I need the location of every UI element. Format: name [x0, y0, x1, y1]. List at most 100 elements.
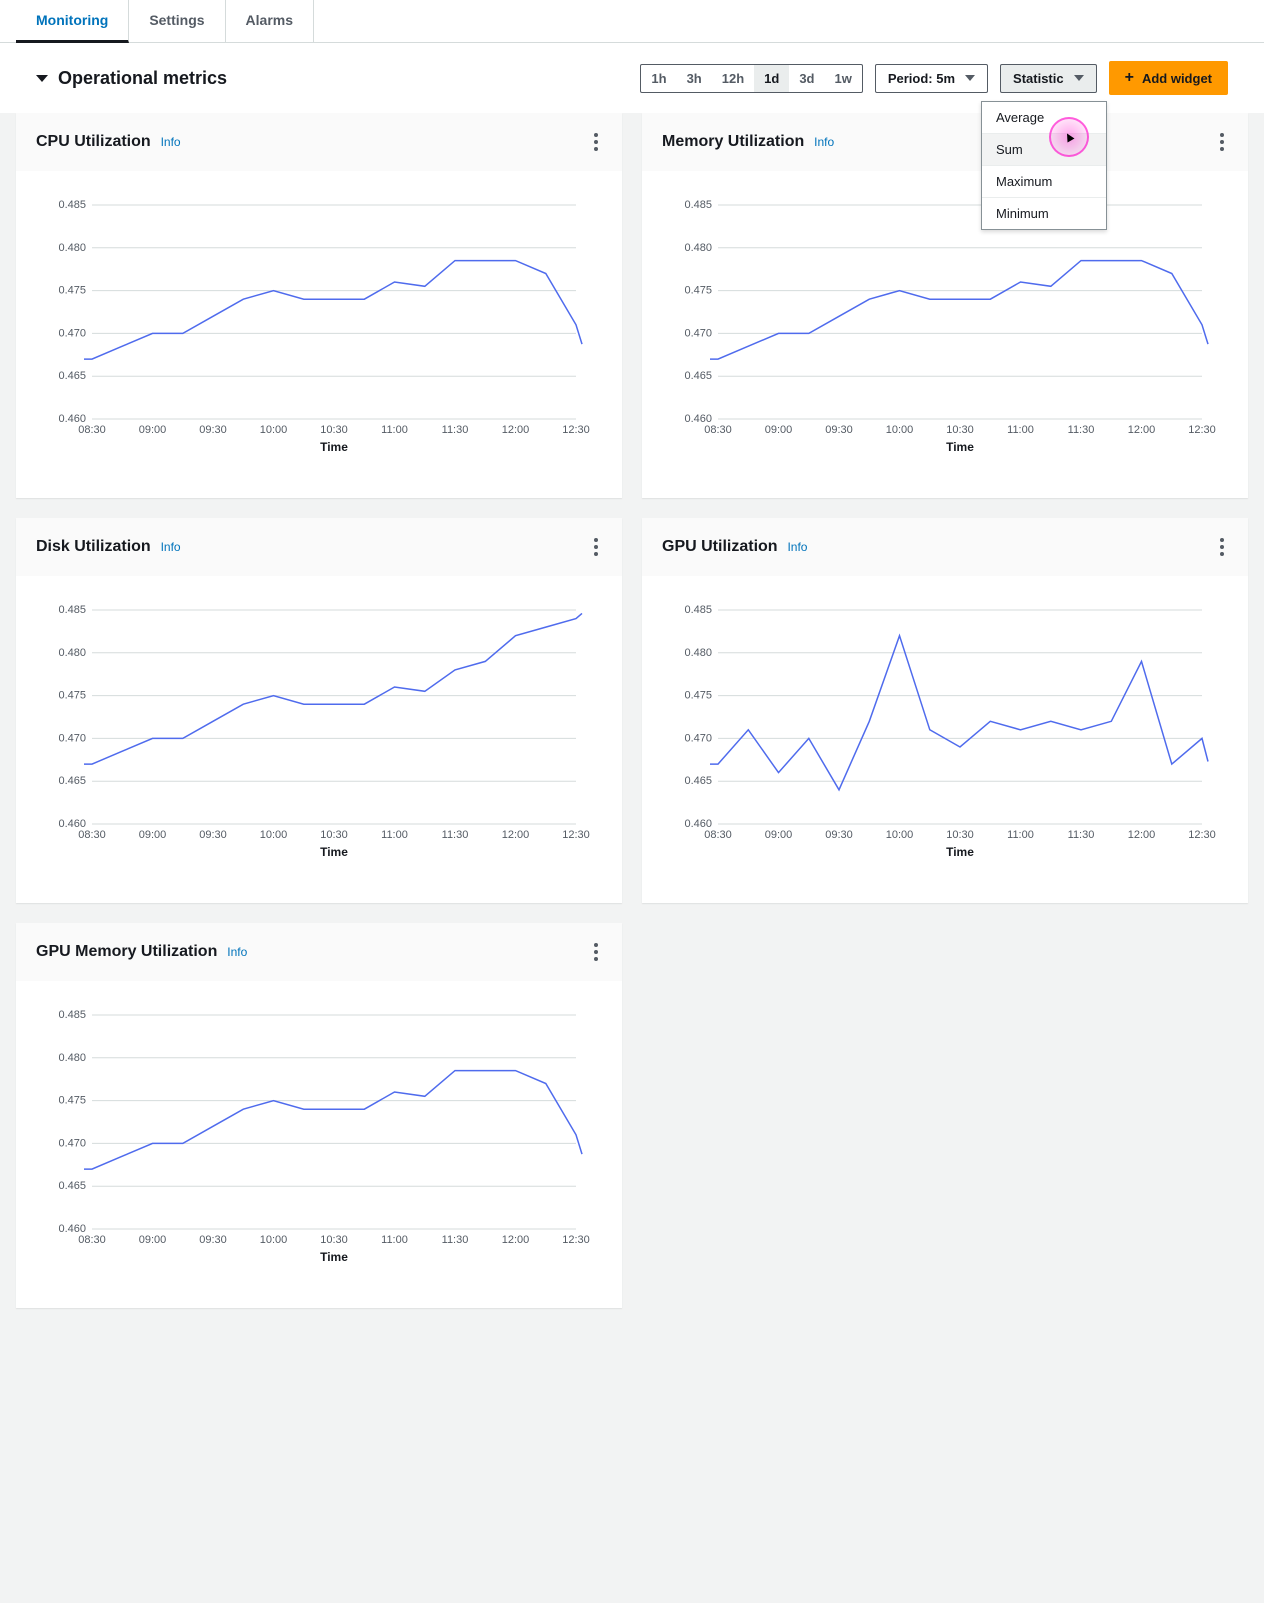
x-tick-label: 11:00	[1007, 424, 1034, 436]
x-axis-title: Time	[320, 1250, 348, 1264]
chart-card: GPU Utilization Info 0.4600.4650.4700.47…	[642, 518, 1248, 903]
card-title-wrap: CPU Utilization Info	[36, 133, 181, 151]
statistic-option-average[interactable]: Average	[982, 102, 1106, 134]
x-tick-label: 11:00	[1007, 829, 1034, 841]
page-background: Operational metrics 1h3h12h1d3d1w Period…	[0, 43, 1264, 1603]
time-range-3d[interactable]: 3d	[789, 65, 824, 92]
x-tick-label: 11:30	[442, 1234, 469, 1246]
x-tick-label: 12:00	[502, 829, 530, 841]
x-tick-label: 12:00	[502, 424, 530, 436]
x-tick-label: 11:00	[381, 829, 408, 841]
x-tick-label: 10:00	[260, 424, 288, 436]
kebab-menu-icon[interactable]	[590, 129, 602, 155]
x-tick-label: 09:00	[139, 829, 167, 841]
x-tick-label: 08:30	[78, 424, 106, 436]
time-range-3h[interactable]: 3h	[677, 65, 712, 92]
x-tick-label: 10:30	[946, 424, 974, 436]
kebab-menu-icon[interactable]	[590, 534, 602, 560]
y-tick-label: 0.470	[58, 327, 86, 339]
x-tick-label: 10:00	[260, 829, 288, 841]
x-tick-label: 12:30	[1188, 829, 1216, 841]
info-link[interactable]: Info	[227, 945, 247, 959]
statistic-select[interactable]: Statistic	[1000, 64, 1097, 93]
y-tick-label: 0.480	[684, 242, 712, 254]
y-tick-label: 0.485	[684, 199, 712, 211]
x-tick-label: 12:30	[1188, 424, 1216, 436]
kebab-menu-icon[interactable]	[1216, 129, 1228, 155]
kebab-menu-icon[interactable]	[1216, 534, 1228, 560]
x-tick-label: 11:00	[381, 1234, 408, 1246]
y-tick-label: 0.480	[58, 242, 86, 254]
card-header: Memory Utilization Info	[642, 113, 1248, 171]
statistic-option-maximum[interactable]: Maximum	[982, 166, 1106, 198]
x-tick-label: 10:30	[320, 1234, 348, 1246]
info-link[interactable]: Info	[161, 540, 181, 554]
tabs-bar: MonitoringSettingsAlarms	[0, 0, 1264, 43]
statistic-option-sum[interactable]: Sum	[982, 134, 1106, 166]
period-select[interactable]: Period: 5m	[875, 64, 988, 93]
time-range-1w[interactable]: 1w	[825, 65, 862, 92]
y-tick-label: 0.475	[58, 690, 86, 702]
y-tick-label: 0.470	[58, 1137, 86, 1149]
chart-card: CPU Utilization Info 0.4600.4650.4700.47…	[16, 113, 622, 498]
x-axis-title: Time	[320, 845, 348, 859]
period-label: Period: 5m	[888, 71, 955, 86]
y-tick-label: 0.470	[684, 732, 712, 744]
x-tick-label: 11:30	[1068, 424, 1095, 436]
x-tick-label: 10:00	[886, 424, 914, 436]
tab-alarms[interactable]: Alarms	[226, 0, 314, 42]
x-tick-label: 09:30	[825, 829, 853, 841]
x-tick-label: 12:30	[562, 1234, 590, 1246]
x-tick-label: 12:30	[562, 829, 590, 841]
card-title: GPU Memory Utilization	[36, 943, 217, 960]
collapse-caret-icon[interactable]	[36, 75, 48, 82]
chart-area: 0.4600.4650.4700.4750.4800.48508:3009:00…	[642, 576, 1248, 903]
chart-line	[84, 613, 582, 764]
info-link[interactable]: Info	[814, 135, 834, 149]
time-range-1h[interactable]: 1h	[641, 65, 676, 92]
y-tick-label: 0.485	[58, 1009, 86, 1021]
chart-area: 0.4600.4650.4700.4750.4800.48508:3009:00…	[16, 981, 622, 1308]
time-range-segment: 1h3h12h1d3d1w	[640, 64, 862, 93]
chart-line	[710, 261, 1208, 360]
info-link[interactable]: Info	[787, 540, 807, 554]
statistic-label: Statistic	[1013, 71, 1064, 86]
add-widget-button[interactable]: + Add widget	[1109, 61, 1228, 95]
chart-card: Disk Utilization Info 0.4600.4650.4700.4…	[16, 518, 622, 903]
plus-icon: +	[1125, 69, 1134, 87]
x-tick-label: 11:00	[381, 424, 408, 436]
time-range-12h[interactable]: 12h	[712, 65, 754, 92]
chart-svg: 0.4600.4650.4700.4750.4800.48508:3009:00…	[30, 195, 602, 455]
info-link[interactable]: Info	[161, 135, 181, 149]
x-tick-label: 11:30	[1068, 829, 1095, 841]
card-title-wrap: GPU Memory Utilization Info	[36, 943, 247, 961]
card-title-wrap: Disk Utilization Info	[36, 538, 181, 556]
x-tick-label: 08:30	[78, 1234, 106, 1246]
chart-area: 0.4600.4650.4700.4750.4800.48508:3009:00…	[16, 171, 622, 498]
x-tick-label: 10:30	[320, 424, 348, 436]
x-tick-label: 09:30	[825, 424, 853, 436]
time-range-1d[interactable]: 1d	[754, 65, 789, 92]
kebab-menu-icon[interactable]	[590, 939, 602, 965]
card-title: CPU Utilization	[36, 133, 151, 150]
statistic-option-minimum[interactable]: Minimum	[982, 198, 1106, 229]
chart-grid: CPU Utilization Info 0.4600.4650.4700.47…	[16, 113, 1248, 1308]
y-tick-label: 0.475	[58, 285, 86, 297]
card-title: Memory Utilization	[662, 133, 804, 150]
chart-svg: 0.4600.4650.4700.4750.4800.48508:3009:00…	[30, 600, 602, 860]
tab-monitoring[interactable]: Monitoring	[16, 0, 129, 43]
x-tick-label: 11:30	[442, 424, 469, 436]
add-widget-label: Add widget	[1142, 71, 1212, 86]
y-tick-label: 0.465	[58, 775, 86, 787]
y-tick-label: 0.475	[58, 1095, 86, 1107]
y-tick-label: 0.465	[58, 1180, 86, 1192]
card-title: GPU Utilization	[662, 538, 778, 555]
card-header: GPU Memory Utilization Info	[16, 923, 622, 981]
y-tick-label: 0.480	[684, 647, 712, 659]
tab-settings[interactable]: Settings	[129, 0, 225, 42]
x-tick-label: 09:00	[139, 424, 167, 436]
y-tick-label: 0.485	[58, 199, 86, 211]
chevron-down-icon	[1074, 75, 1084, 81]
y-tick-label: 0.485	[58, 604, 86, 616]
card-title-wrap: Memory Utilization Info	[662, 133, 834, 151]
